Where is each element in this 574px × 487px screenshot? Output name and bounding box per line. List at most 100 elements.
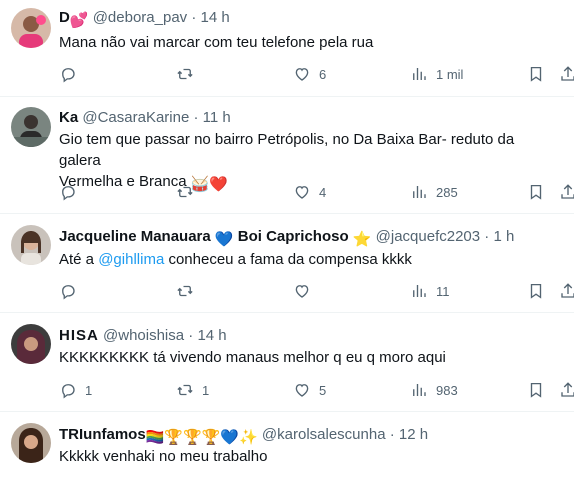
- tweet-actions: 11: [59, 281, 574, 301]
- name-emoji: 💕: [69, 12, 89, 29]
- display-name-extra[interactable]: Boi Caprichoso: [238, 228, 349, 245]
- share-button[interactable]: [559, 64, 574, 84]
- timeline: D💕 @debora_pav · 14 h Mana não vai marca…: [0, 0, 574, 487]
- retweet-button[interactable]: [176, 182, 202, 202]
- retweet-button[interactable]: [176, 64, 202, 84]
- avatar[interactable]: [11, 8, 51, 48]
- tweet-header: Jacqueline Manauara 💙 Boi Caprichoso ⭐ @…: [59, 227, 514, 250]
- views-button[interactable]: 983: [410, 380, 458, 400]
- tweet-text: Kkkkk venhaki no meu trabalho: [59, 446, 559, 467]
- timestamp[interactable]: 14 h: [197, 327, 226, 344]
- reply-icon: [62, 285, 75, 300]
- like-count: 6: [319, 66, 327, 82]
- display-name[interactable]: TRIunfamos: [59, 426, 146, 443]
- bookmark-icon: [530, 184, 542, 200]
- avatar[interactable]: [11, 324, 51, 364]
- tweet-text-segment: KKKKKKKKK tá vivendo manaus melhor q eu …: [59, 349, 446, 366]
- bookmark-icon: [530, 283, 542, 299]
- tweet-actions: 6 1 mil: [59, 64, 574, 84]
- tweet-header: TRIunfamos🏳️‍🌈🏆🏆🏆💙✨ @karolsalescunha · 1…: [59, 425, 428, 448]
- views-button[interactable]: 1 mil: [410, 64, 463, 84]
- avatar[interactable]: [11, 423, 51, 463]
- like-button[interactable]: 6: [293, 64, 326, 84]
- views-icon: [413, 285, 426, 297]
- tweet[interactable]: HISA @whoishisa · 14 h KKKKKKKKK tá vive…: [0, 313, 574, 412]
- like-icon: [295, 68, 309, 81]
- views-icon: [413, 186, 426, 198]
- tweet-text-line: Gio tem que passar no bairro Petrópolis,…: [59, 131, 515, 169]
- like-button[interactable]: 5: [293, 380, 326, 400]
- user-handle[interactable]: @karolsalescunha: [262, 426, 386, 443]
- mention-link[interactable]: @gihllima: [98, 251, 164, 268]
- reply-count: 1: [85, 382, 93, 398]
- timestamp[interactable]: 1 h: [493, 228, 514, 245]
- retweet-button[interactable]: [176, 281, 202, 301]
- bookmark-button[interactable]: [527, 64, 545, 84]
- share-button[interactable]: [559, 281, 574, 301]
- tweet-text-segment: Kkkkk venhaki no meu trabalho: [59, 448, 268, 465]
- user-handle[interactable]: @jacquefc2203: [376, 228, 480, 245]
- separator: ·: [389, 426, 395, 443]
- bookmark-button[interactable]: [527, 281, 545, 301]
- like-count: 5: [319, 382, 327, 398]
- reply-icon: [62, 186, 75, 201]
- retweet-button[interactable]: 1: [176, 380, 209, 400]
- reply-button[interactable]: [59, 182, 85, 202]
- like-button[interactable]: 4: [293, 182, 326, 202]
- like-icon: [295, 186, 309, 199]
- reply-button[interactable]: [59, 281, 85, 301]
- share-button[interactable]: [559, 182, 574, 202]
- user-handle[interactable]: @debora_pav: [93, 9, 187, 26]
- reply-icon: [62, 68, 75, 83]
- separator: ·: [188, 327, 194, 344]
- tweet-text: Até a @gihllima conheceu a fama da compe…: [59, 249, 559, 270]
- view-count: 11: [436, 283, 450, 299]
- reply-button[interactable]: [59, 64, 85, 84]
- display-name[interactable]: Ka: [59, 109, 78, 126]
- share-button[interactable]: [559, 380, 574, 400]
- display-name[interactable]: D: [59, 9, 70, 26]
- like-count: 4: [319, 184, 327, 200]
- separator: ·: [191, 9, 197, 26]
- timestamp[interactable]: 11 h: [203, 109, 231, 126]
- share-icon: [561, 382, 574, 397]
- bookmark-button[interactable]: [527, 182, 545, 202]
- view-count: 285: [436, 184, 458, 200]
- timestamp[interactable]: 14 h: [201, 9, 230, 26]
- tweet[interactable]: Jacqueline Manauara 💙 Boi Caprichoso ⭐ @…: [0, 214, 574, 313]
- tweet-header: D💕 @debora_pav · 14 h: [59, 8, 230, 31]
- name-emoji: 🏳️‍🌈🏆🏆🏆💙✨: [145, 429, 258, 446]
- user-handle[interactable]: @CasaraKarine: [82, 109, 189, 126]
- avatar[interactable]: [11, 225, 51, 265]
- view-count: 983: [436, 382, 458, 398]
- tweet-header: Ka @CasaraKarine · 11 h: [59, 108, 231, 128]
- tweet-text-segment: Até a: [59, 251, 99, 268]
- avatar[interactable]: [11, 107, 51, 147]
- like-icon: [295, 384, 309, 397]
- bookmark-icon: [530, 382, 542, 398]
- tweet[interactable]: TRIunfamos🏳️‍🌈🏆🏆🏆💙✨ @karolsalescunha · 1…: [0, 412, 574, 487]
- user-handle[interactable]: @whoishisa: [103, 327, 184, 344]
- like-button[interactable]: [293, 281, 319, 301]
- like-icon: [295, 285, 309, 298]
- name-emoji: ⭐: [352, 231, 372, 248]
- reply-button[interactable]: 1: [59, 380, 92, 400]
- tweet-actions: 4 285: [59, 182, 574, 202]
- bookmark-icon: [530, 66, 542, 82]
- tweet-text-line: Mana não vai marcar com teu telefone pel…: [59, 34, 374, 51]
- tweet[interactable]: Ka @CasaraKarine · 11 h Gio tem que pass…: [0, 97, 574, 214]
- views-button[interactable]: 285: [410, 182, 458, 202]
- bookmark-button[interactable]: [527, 380, 545, 400]
- separator: ·: [484, 228, 490, 245]
- tweet-actions: 1 1 5 983: [59, 380, 574, 400]
- timestamp[interactable]: 12 h: [399, 426, 428, 443]
- retweet-count: 1: [202, 382, 210, 398]
- retweet-icon: [177, 384, 193, 396]
- display-name[interactable]: Jacqueline Manauara: [59, 228, 211, 245]
- tweet[interactable]: D💕 @debora_pav · 14 h Mana não vai marca…: [0, 0, 574, 97]
- views-button[interactable]: 11: [410, 281, 450, 301]
- views-icon: [413, 384, 426, 396]
- display-name[interactable]: HISA: [59, 327, 99, 344]
- share-icon: [561, 66, 574, 81]
- views-icon: [413, 68, 426, 80]
